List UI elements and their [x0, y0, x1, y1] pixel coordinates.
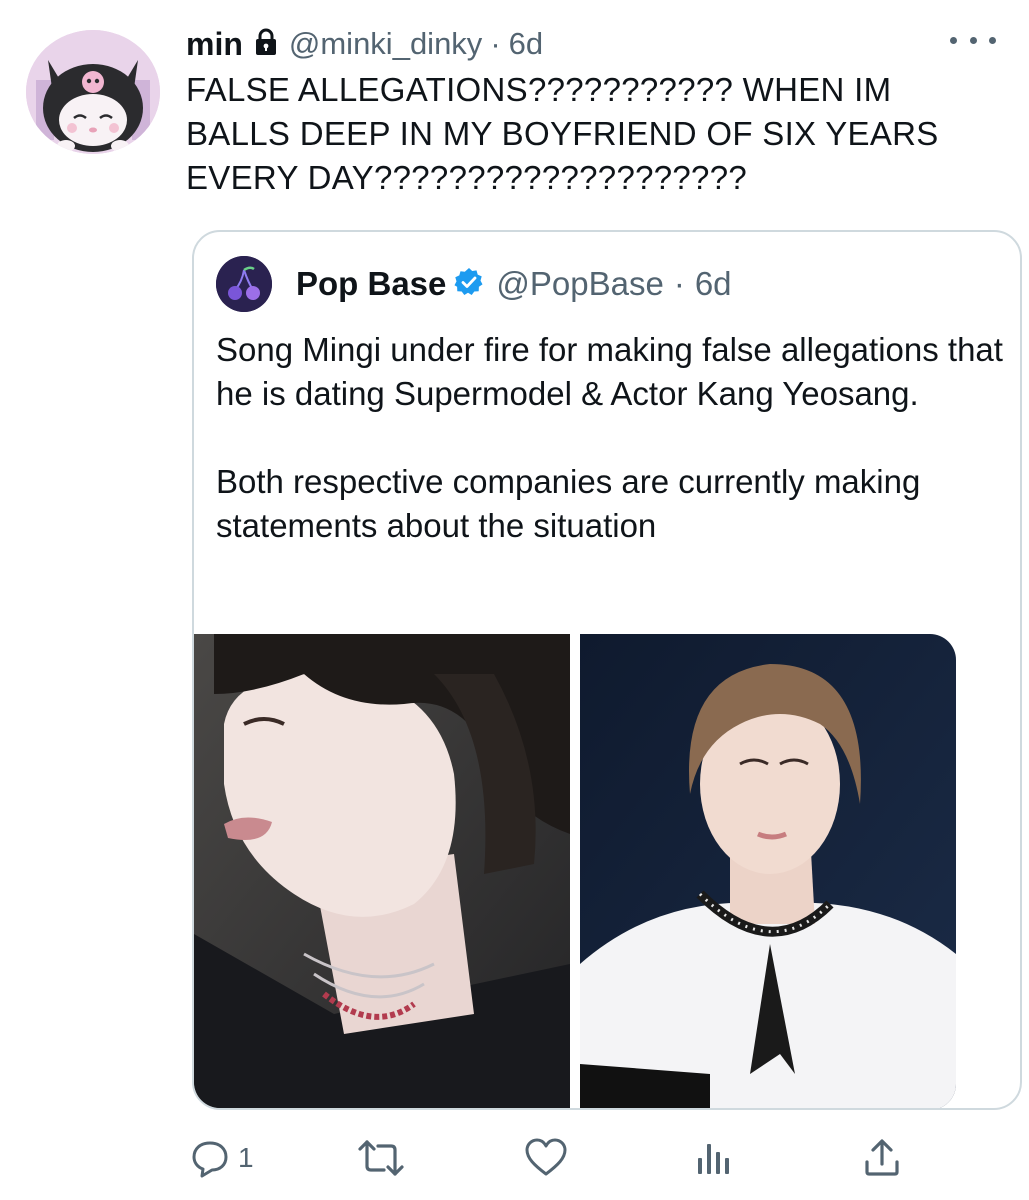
- separator-dot: ·: [490, 26, 501, 61]
- tweet[interactable]: min @minki_dinky · 6d FALSE ALLEGATIONS?…: [0, 0, 1029, 1200]
- quoted-tweet-card[interactable]: Pop Base @PopBase · 6d Song Mingi under …: [192, 230, 1022, 1110]
- share-button[interactable]: [862, 1128, 902, 1188]
- photo-left[interactable]: [194, 634, 570, 1108]
- cherry-logo-icon: [216, 256, 272, 312]
- quoted-media-grid: [194, 634, 956, 1108]
- author-display-name[interactable]: min: [186, 26, 243, 63]
- tweet-header: min @minki_dinky · 6d: [186, 24, 543, 64]
- like-icon: [525, 1138, 567, 1176]
- tweet-timestamp[interactable]: 6d: [509, 26, 543, 62]
- author-handle[interactable]: @minki_dinky: [289, 26, 482, 62]
- more-options-icon[interactable]: [950, 30, 996, 50]
- lock-icon: [251, 27, 281, 62]
- quoted-tweet-text: Song Mingi under fire for making false a…: [216, 328, 1006, 548]
- like-button[interactable]: [524, 1128, 568, 1188]
- reply-icon: [192, 1141, 228, 1178]
- retweet-button[interactable]: [358, 1128, 404, 1188]
- quoted-separator-dot: ·: [673, 265, 685, 302]
- photo-right[interactable]: [580, 634, 956, 1108]
- verified-badge-icon: [454, 267, 484, 302]
- quoted-paragraph-1: Song Mingi under fire for making false a…: [216, 331, 1003, 412]
- analytics-icon: [698, 1144, 729, 1174]
- quoted-timestamp[interactable]: 6d: [695, 265, 732, 303]
- reply-count: 1: [238, 1142, 254, 1173]
- quoted-tweet-header: Pop Base @PopBase · 6d: [216, 254, 732, 314]
- tweet-text: FALSE ALLEGATIONS??????????? WHEN IM BAL…: [186, 71, 939, 196]
- quoted-handle[interactable]: @PopBase: [496, 265, 663, 303]
- share-icon: [865, 1139, 899, 1176]
- quoted-display-name[interactable]: Pop Base: [296, 265, 446, 303]
- retweet-icon: [358, 1140, 404, 1176]
- author-avatar[interactable]: [26, 30, 160, 154]
- analytics-button[interactable]: [694, 1128, 734, 1188]
- kuromi-avatar-icon: [26, 30, 160, 154]
- quoted-paragraph-2: Both respective companies are currently …: [216, 463, 921, 544]
- tweet-action-bar: 1: [0, 1128, 1029, 1188]
- reply-button[interactable]: 1: [190, 1128, 254, 1188]
- popbase-avatar[interactable]: [216, 256, 272, 312]
